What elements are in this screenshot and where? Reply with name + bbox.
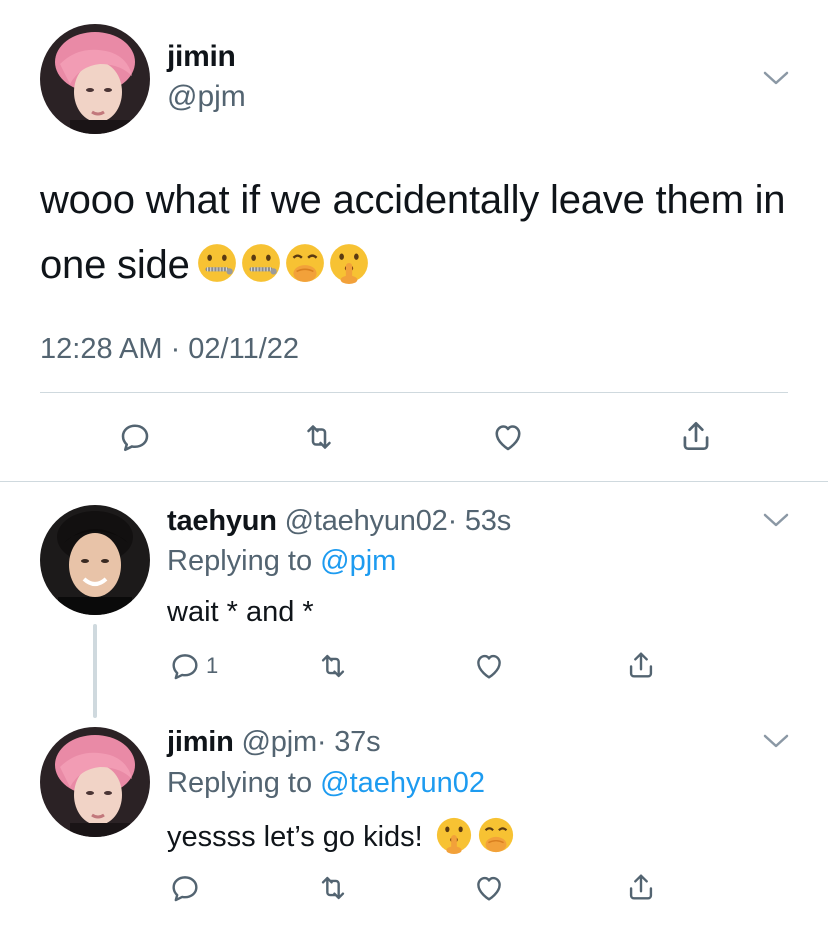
reply-time[interactable]: · 37s — [317, 726, 381, 758]
thread-connector — [93, 624, 97, 718]
chevron-down-icon[interactable] — [763, 512, 789, 528]
chevron-down-icon[interactable] — [763, 733, 789, 749]
divider — [0, 481, 828, 482]
reply-text-content: yessss let’s go kids! — [167, 821, 423, 853]
tweet-text-content: wooo what if we accidentally leave them … — [40, 178, 786, 287]
reply-button[interactable]: 1 — [168, 649, 218, 683]
reply-author-handle[interactable]: @pjm — [242, 726, 318, 758]
retweet-button[interactable] — [301, 419, 337, 455]
author-handle[interactable]: @pjm — [167, 80, 246, 114]
reply-author-name[interactable]: taehyun — [167, 505, 277, 537]
replying-to-label: Replying to — [167, 767, 321, 799]
share-button[interactable] — [677, 417, 715, 455]
like-button[interactable] — [472, 649, 506, 683]
avatar-jimin[interactable] — [40, 24, 150, 134]
zipper-mouth-face-icon — [240, 242, 282, 284]
avatar-taehyun[interactable] — [40, 505, 150, 615]
share-icon — [624, 648, 658, 682]
tweet-timestamp[interactable]: 12:28 AM · 02/11/22 — [40, 333, 299, 366]
retweet-button[interactable] — [316, 649, 350, 683]
avatar-jimin[interactable] — [40, 727, 150, 837]
reply-icon — [168, 871, 202, 905]
replying-to-mention[interactable]: @pjm — [320, 545, 396, 577]
reply-icon — [117, 419, 153, 455]
reply-header: taehyun @taehyun02· 53s — [167, 505, 511, 538]
replying-to: Replying to @pjm — [167, 545, 396, 578]
reply-count: 1 — [206, 653, 219, 678]
reply-text: yessss let’s go kids! — [167, 816, 515, 854]
like-icon — [472, 871, 506, 905]
divider — [40, 392, 788, 393]
tweet-emojis — [196, 242, 370, 284]
share-button[interactable] — [624, 870, 658, 904]
retweet-icon — [301, 419, 337, 455]
share-button[interactable] — [624, 648, 658, 682]
replying-to-mention[interactable]: @taehyun02 — [320, 767, 485, 799]
reply-button[interactable] — [168, 871, 202, 905]
reply-icon — [168, 649, 202, 683]
reply-header: jimin @pjm· 37s — [167, 726, 381, 759]
shushing-face-icon — [328, 242, 370, 284]
face-with-hand-over-mouth-icon — [284, 242, 326, 284]
retweet-icon — [316, 871, 350, 905]
reply-button[interactable] — [117, 419, 153, 455]
share-icon — [624, 870, 658, 904]
reply-time[interactable]: · 53s — [448, 505, 512, 537]
reply-text: wait * and * — [167, 596, 314, 628]
tweet-text: wooo what if we accidentally leave them … — [40, 168, 800, 298]
author-name[interactable]: jimin — [167, 40, 236, 74]
replying-to: Replying to @taehyun02 — [167, 767, 485, 800]
like-icon — [472, 649, 506, 683]
zipper-mouth-face-icon — [196, 242, 238, 284]
like-icon — [489, 419, 527, 455]
share-icon — [677, 417, 715, 455]
like-button[interactable] — [472, 871, 506, 905]
shushing-face-icon — [435, 816, 473, 854]
reply-author-name[interactable]: jimin — [167, 726, 234, 758]
retweet-button[interactable] — [316, 871, 350, 905]
like-button[interactable] — [489, 419, 527, 455]
chevron-down-icon[interactable] — [763, 70, 789, 86]
reply-author-handle[interactable]: @taehyun02 — [285, 505, 448, 537]
replying-to-label: Replying to — [167, 545, 321, 577]
retweet-icon — [316, 649, 350, 683]
face-with-hand-over-mouth-icon — [477, 816, 515, 854]
